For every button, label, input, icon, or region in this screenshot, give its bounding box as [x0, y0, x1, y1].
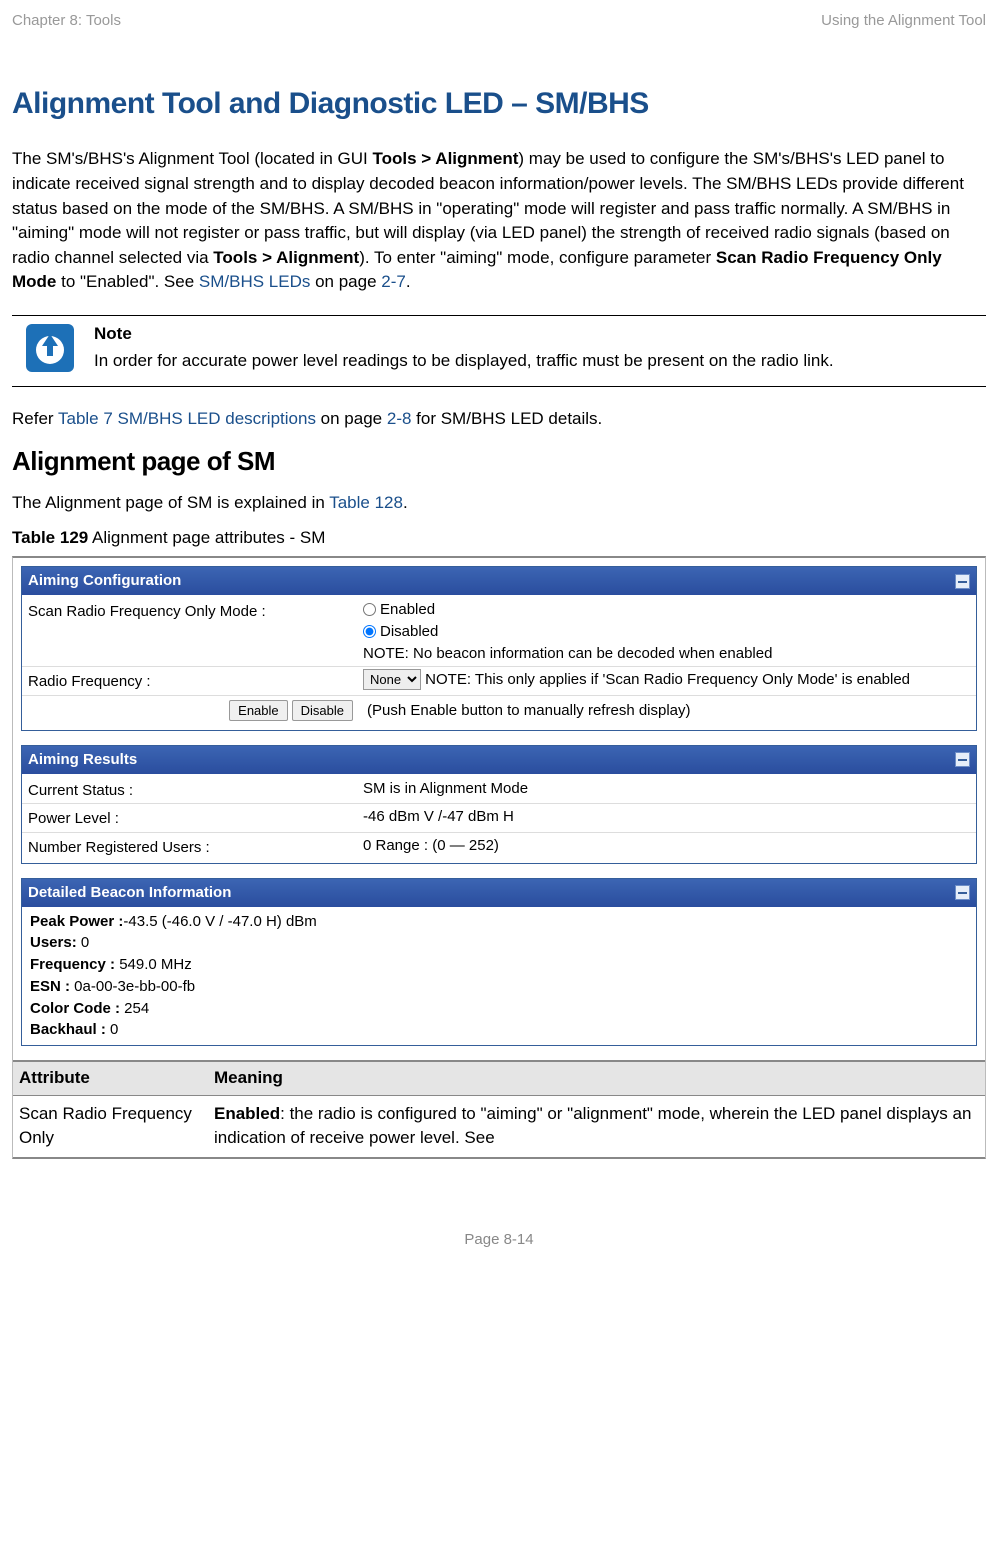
result-value: SM is in Alignment Mode — [363, 778, 970, 800]
sub-paragraph: The Alignment page of SM is explained in… — [12, 491, 986, 516]
table-caption: Table 129 Alignment page attributes - SM — [12, 526, 986, 551]
result-label: Current Status : — [28, 778, 363, 802]
page-header: Chapter 8: Tools Using the Alignment Too… — [12, 10, 986, 32]
attr-header-meaning: Meaning — [208, 1061, 985, 1095]
refer-paragraph: Refer Table 7 SM/BHS LED descriptions on… — [12, 407, 986, 432]
beacon-line: Color Code : 254 — [30, 998, 968, 1020]
table-row: Scan Radio Frequency Only Enabled: the r… — [13, 1095, 985, 1157]
disable-button[interactable]: Disable — [292, 700, 353, 721]
radio-frequency-note: NOTE: This only applies if 'Scan Radio F… — [425, 671, 910, 688]
result-label: Power Level : — [28, 806, 363, 830]
result-value: 0 Range : (0 — 252) — [363, 835, 970, 857]
beacon-line: ESN : 0a-00-3e-bb-00-fb — [30, 976, 968, 998]
link-page-2-8[interactable]: 2-8 — [387, 409, 412, 428]
note-icon — [26, 324, 74, 380]
aiming-configuration-header: Aiming Configuration — [22, 567, 976, 595]
link-sm-bhs-leds[interactable]: SM/BHS LEDs — [199, 272, 310, 291]
note-label: Note — [94, 322, 986, 347]
minimize-icon[interactable] — [955, 885, 970, 900]
header-chapter: Chapter 8: Tools — [12, 10, 121, 32]
intro-paragraph: The SM's/BHS's Alignment Tool (located i… — [12, 147, 986, 295]
detailed-beacon-header: Detailed Beacon Information — [22, 879, 976, 907]
page-title: Alignment Tool and Diagnostic LED – SM/B… — [12, 82, 986, 126]
attribute-table: Attribute Meaning Scan Radio Frequency O… — [13, 1060, 985, 1158]
enable-button[interactable]: Enable — [229, 700, 287, 721]
scan-mode-note: NOTE: No beacon information can be decod… — [363, 643, 970, 665]
radio-frequency-select[interactable]: None — [363, 669, 421, 690]
note-callout: Note In order for accurate power level r… — [12, 315, 986, 387]
detailed-beacon-panel: Detailed Beacon Information Peak Power :… — [21, 878, 977, 1046]
minimize-icon[interactable] — [955, 752, 970, 767]
link-page-2-7[interactable]: 2-7 — [381, 272, 406, 291]
scan-mode-disabled-radio[interactable] — [363, 625, 376, 638]
scan-mode-label: Scan Radio Frequency Only Mode : — [28, 599, 363, 623]
result-value: -46 dBm V /-47 dBm H — [363, 806, 970, 828]
aiming-results-panel: Aiming Results Current Status :SM is in … — [21, 745, 977, 864]
table-row: Current Status :SM is in Alignment Mode — [22, 776, 976, 805]
beacon-line: Frequency : 549.0 MHz — [30, 954, 968, 976]
table-row: Power Level :-46 dBm V /-47 dBm H — [22, 804, 976, 833]
minimize-icon[interactable] — [955, 574, 970, 589]
attr-cell-name: Scan Radio Frequency Only — [13, 1095, 208, 1157]
header-section: Using the Alignment Tool — [821, 10, 986, 32]
beacon-line: Peak Power :-43.5 (-46.0 V / -47.0 H) dB… — [30, 911, 968, 933]
link-table-128[interactable]: Table 128 — [329, 493, 403, 512]
radio-frequency-label: Radio Frequency : — [28, 669, 363, 693]
enable-note: (Push Enable button to manually refresh … — [367, 700, 691, 722]
screenshot-container: Aiming Configuration Scan Radio Frequenc… — [12, 556, 986, 1159]
page-footer: Page 8-14 — [12, 1229, 986, 1251]
table-row: Number Registered Users :0 Range : (0 — … — [22, 833, 976, 861]
result-label: Number Registered Users : — [28, 835, 363, 859]
link-table-7[interactable]: Table 7 SM/BHS LED descriptions — [58, 409, 316, 428]
sub-heading: Alignment page of SM — [12, 443, 986, 481]
beacon-line: Users: 0 — [30, 932, 968, 954]
scan-mode-enabled-radio[interactable] — [363, 603, 376, 616]
aiming-configuration-panel: Aiming Configuration Scan Radio Frequenc… — [21, 566, 977, 731]
aiming-results-header: Aiming Results — [22, 746, 976, 774]
attr-cell-meaning: Enabled: the radio is configured to "aim… — [208, 1095, 985, 1157]
beacon-line: Backhaul : 0 — [30, 1019, 968, 1041]
attr-header-attribute: Attribute — [13, 1061, 208, 1095]
note-text: In order for accurate power level readin… — [94, 349, 986, 374]
